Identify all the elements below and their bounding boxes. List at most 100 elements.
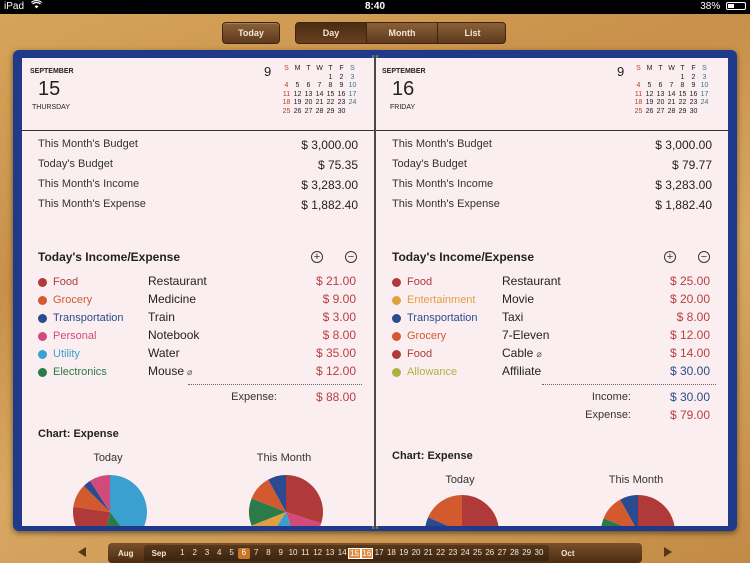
mini-calendar[interactable]: S M T W T F S 1 2 3 4 5 6 7 8 9 10 11 12 13 14 15 16 17 18 19 20 21… (633, 65, 710, 116)
date-strip-day[interactable]: 17 (373, 548, 385, 559)
list-item[interactable]: Food Restaurant $ 21.00 (38, 274, 368, 292)
mini-calendar-day[interactable]: 2 (688, 74, 699, 83)
mini-calendar-day[interactable]: 24 (699, 99, 710, 108)
mini-calendar-day[interactable]: 22 (677, 99, 688, 108)
date-strip-day[interactable]: 24 (459, 548, 471, 559)
mini-calendar-day[interactable]: 19 (644, 99, 655, 108)
prev-month-button[interactable]: Aug (108, 549, 144, 558)
tab-month[interactable]: Month (367, 23, 437, 43)
list-item[interactable]: Transportation Taxi $ 8.00 (392, 310, 722, 328)
mini-calendar-day[interactable]: 17 (347, 91, 358, 100)
mini-calendar-day[interactable]: 27 (303, 108, 314, 117)
mini-calendar-day[interactable]: 10 (347, 82, 358, 91)
today-button[interactable]: Today (222, 22, 280, 44)
mini-calendar-day[interactable]: 23 (336, 99, 347, 108)
date-strip-day[interactable]: 15 (348, 547, 361, 559)
mini-calendar-day[interactable]: 9 (336, 82, 347, 91)
list-item[interactable]: Utility Water $ 35.00 (38, 346, 368, 364)
mini-calendar-day[interactable]: 17 (699, 91, 710, 100)
list-item[interactable]: Electronics Mouse ⌀ $ 12.00 (38, 364, 368, 382)
mini-calendar-day[interactable]: 14 (666, 91, 677, 100)
mini-calendar-day[interactable]: 15 (677, 91, 688, 100)
mini-calendar-day[interactable]: 8 (677, 82, 688, 91)
mini-calendar-day[interactable]: 22 (325, 99, 336, 108)
date-strip-day[interactable]: 1 (176, 548, 188, 559)
list-item[interactable]: Allowance Affiliate $ 30.00 (392, 364, 722, 382)
mini-calendar-day[interactable]: 11 (281, 91, 292, 100)
date-strip-day[interactable]: 10 (287, 548, 299, 559)
mini-calendar-day[interactable]: 13 (303, 91, 314, 100)
date-strip-day[interactable]: 22 (434, 548, 446, 559)
add-entry-button[interactable]: + (664, 251, 676, 263)
date-strip-day[interactable]: 23 (447, 548, 459, 559)
mini-calendar-day[interactable]: 5 (644, 82, 655, 91)
mini-calendar-day[interactable]: 30 (336, 108, 347, 117)
mini-calendar-day[interactable]: 4 (281, 82, 292, 91)
date-strip-day[interactable]: 21 (422, 548, 434, 559)
mini-calendar-day[interactable]: 18 (281, 99, 292, 108)
date-strip-day[interactable]: 8 (262, 548, 274, 559)
mini-calendar-day[interactable]: 11 (633, 91, 644, 100)
mini-calendar-day[interactable]: 26 (292, 108, 303, 117)
mini-calendar-day[interactable]: 10 (699, 82, 710, 91)
mini-calendar-day[interactable]: 29 (325, 108, 336, 117)
add-entry-button[interactable]: + (311, 251, 323, 263)
mini-calendar-day[interactable]: 2 (336, 74, 347, 83)
date-strip-day[interactable]: 27 (496, 548, 508, 559)
mini-calendar-day[interactable]: 7 (666, 82, 677, 91)
mini-calendar-day[interactable]: 14 (314, 91, 325, 100)
date-strip-day[interactable]: 30 (533, 548, 545, 559)
tab-list[interactable]: List (438, 23, 505, 43)
mini-calendar-day[interactable]: 8 (325, 82, 336, 91)
right-page[interactable]: SEPTEMBER 16 FRIDAY 9 S M T W T F S 1 2 3 4 5 6 7 8 9 10… (376, 58, 728, 526)
tab-day[interactable]: Day (296, 23, 366, 43)
mini-calendar-day[interactable]: 28 (666, 108, 677, 117)
mini-calendar-day[interactable]: 15 (325, 91, 336, 100)
mini-calendar-day[interactable]: 12 (644, 91, 655, 100)
mini-calendar-day[interactable]: 19 (292, 99, 303, 108)
mini-calendar-day[interactable]: 25 (633, 108, 644, 117)
list-item[interactable]: Grocery 7-Eleven $ 12.00 (392, 328, 722, 346)
list-item[interactable]: Food Restaurant $ 25.00 (392, 274, 722, 292)
date-strip-day[interactable]: 9 (275, 548, 287, 559)
mini-calendar-day[interactable]: 25 (281, 108, 292, 117)
date-strip-day[interactable]: 14 (336, 548, 348, 559)
mini-calendar-day[interactable]: 26 (644, 108, 655, 117)
mini-calendar-day[interactable]: 16 (336, 91, 347, 100)
date-strip-day[interactable]: 7 (250, 548, 262, 559)
date-strip-day[interactable]: 2 (189, 548, 201, 559)
mini-calendar-day[interactable]: 12 (292, 91, 303, 100)
date-strip-day[interactable]: 25 (471, 548, 483, 559)
date-strip-day[interactable]: 6 (237, 547, 251, 559)
next-arrow-icon[interactable] (664, 547, 672, 557)
mini-calendar-day[interactable]: 20 (655, 99, 666, 108)
date-strip-day[interactable]: 26 (484, 548, 496, 559)
mini-calendar-day[interactable]: 20 (303, 99, 314, 108)
list-item[interactable]: Transportation Train $ 3.00 (38, 310, 368, 328)
date-strip-day[interactable]: 28 (508, 548, 520, 559)
mini-calendar-day[interactable]: 30 (688, 108, 699, 117)
date-strip-day[interactable]: 3 (201, 548, 213, 559)
mini-calendar-day[interactable]: 4 (633, 82, 644, 91)
mini-calendar-day[interactable]: 9 (688, 82, 699, 91)
date-strip-day[interactable]: 29 (521, 548, 533, 559)
list-item[interactable]: Grocery Medicine $ 9.00 (38, 292, 368, 310)
mini-calendar-day[interactable]: 3 (347, 74, 358, 83)
mini-calendar-day[interactable]: 24 (347, 99, 358, 108)
date-strip-day[interactable]: 5 (225, 548, 237, 559)
remove-entry-button[interactable]: − (698, 251, 710, 263)
mini-calendar-day[interactable]: 18 (633, 99, 644, 108)
left-page[interactable]: SEPTEMBER 15 THURSDAY 9 SMTWTFS123456789… (22, 58, 374, 526)
next-month-button[interactable]: Oct (549, 549, 584, 558)
mini-calendar-day[interactable]: 23 (688, 99, 699, 108)
list-item[interactable]: Entertainment Movie $ 20.00 (392, 292, 722, 310)
list-item[interactable]: Personal Notebook $ 8.00 (38, 328, 368, 346)
mini-calendar-day[interactable]: 6 (655, 82, 666, 91)
mini-calendar-day[interactable]: 5 (292, 82, 303, 91)
mini-calendar-day[interactable]: 16 (688, 91, 699, 100)
list-item[interactable]: Food Cable ⌀ $ 14.00 (392, 346, 722, 364)
date-strip-day[interactable]: 18 (385, 548, 397, 559)
mini-calendar-day[interactable]: 29 (677, 108, 688, 117)
mini-calendar-day[interactable]: 1 (325, 74, 336, 83)
date-strip-day[interactable]: 19 (398, 548, 410, 559)
